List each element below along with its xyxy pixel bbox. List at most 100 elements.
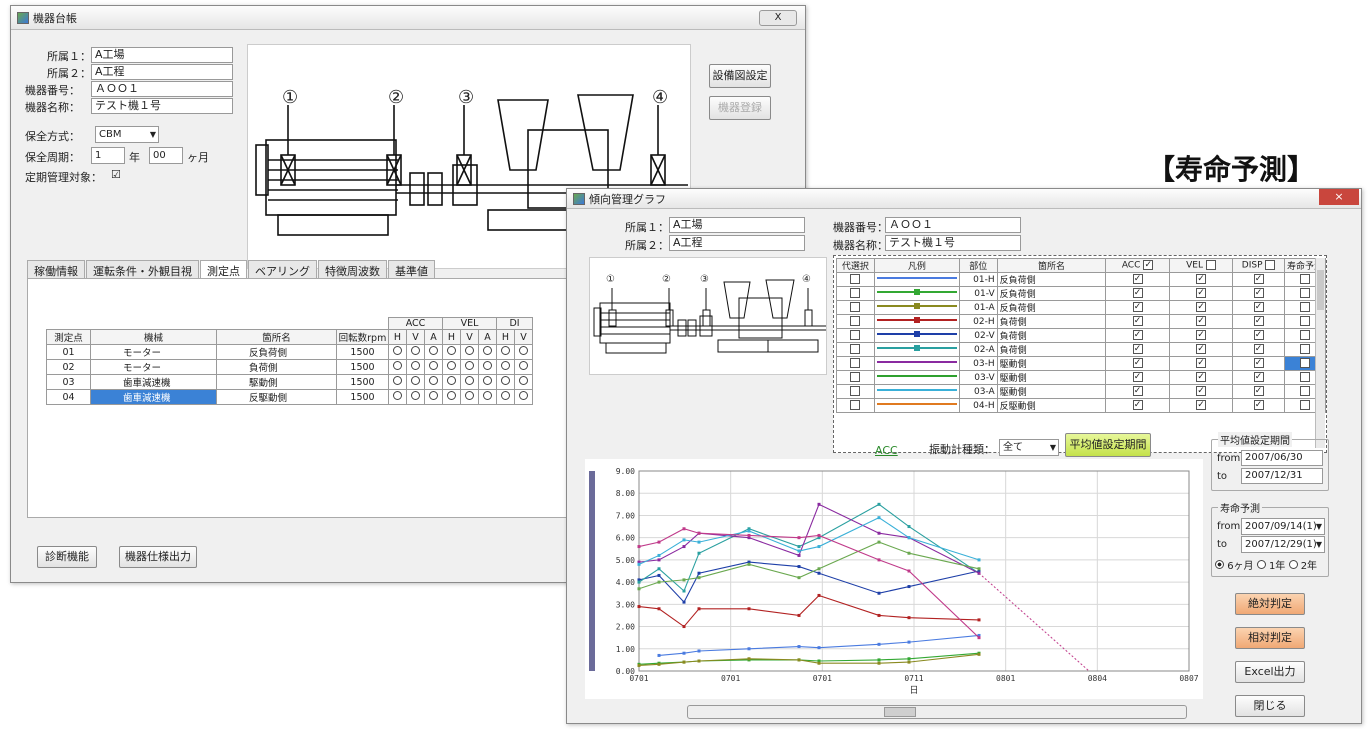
measure-radio[interactable] bbox=[406, 389, 425, 405]
acc-row-checkbox[interactable]: ✓ bbox=[1132, 344, 1143, 355]
range-2y-radio[interactable]: 2年 bbox=[1288, 560, 1317, 572]
disp-row-checkbox[interactable]: ✓ bbox=[1253, 386, 1264, 397]
life-pred-checkbox[interactable] bbox=[1299, 372, 1310, 383]
legend-row[interactable]: 02-A 負荷側 ✓ ✓ ✓ bbox=[836, 342, 1326, 357]
measure-radio[interactable] bbox=[442, 344, 461, 360]
vel-row-checkbox[interactable]: ✓ bbox=[1195, 358, 1206, 369]
acc-row-checkbox[interactable]: ✓ bbox=[1132, 316, 1143, 327]
legend-row[interactable]: 01-A 反負荷側 ✓ ✓ ✓ bbox=[836, 300, 1326, 315]
vel-row-checkbox[interactable]: ✓ bbox=[1195, 386, 1206, 397]
absolute-judge-button[interactable]: 絶対判定 bbox=[1235, 593, 1305, 615]
acc-cell[interactable]: ✓ bbox=[1105, 272, 1170, 287]
acc-cell[interactable]: ✓ bbox=[1105, 314, 1170, 329]
vel-row-checkbox[interactable]: ✓ bbox=[1195, 330, 1206, 341]
life-from-select[interactable]: 2007/09/14(1) ▼ bbox=[1241, 518, 1325, 535]
vel-checkbox[interactable] bbox=[1205, 260, 1216, 271]
legend-row[interactable]: 02-V 負荷側 ✓ ✓ ✓ bbox=[836, 328, 1326, 343]
table-row[interactable]: 04 歯車減速機 反駆動側 1500 bbox=[46, 389, 533, 405]
diagnosis-button[interactable]: 診断機能 bbox=[37, 546, 97, 568]
measure-radio[interactable] bbox=[388, 359, 407, 375]
location-select[interactable]: 反負荷側 bbox=[216, 344, 337, 360]
select-checkbox[interactable] bbox=[850, 302, 861, 313]
select-checkbox[interactable] bbox=[850, 400, 861, 411]
acc-row-checkbox[interactable]: ✓ bbox=[1132, 386, 1143, 397]
disp-cell[interactable]: ✓ bbox=[1232, 356, 1285, 371]
disp-row-checkbox[interactable]: ✓ bbox=[1253, 372, 1264, 383]
vel-cell[interactable]: ✓ bbox=[1168, 356, 1234, 371]
sensor-type-select[interactable]: 全て ▼ bbox=[999, 439, 1059, 456]
vel-row-checkbox[interactable]: ✓ bbox=[1195, 302, 1206, 313]
relative-judge-button[interactable]: 相対判定 bbox=[1235, 627, 1305, 649]
life-pred-checkbox[interactable] bbox=[1299, 288, 1310, 299]
life-pred-checkbox[interactable] bbox=[1299, 386, 1310, 397]
select-cell[interactable] bbox=[836, 328, 875, 343]
excel-output-button[interactable]: Excel出力 bbox=[1235, 661, 1305, 683]
measure-radio[interactable] bbox=[496, 344, 515, 360]
measure-radio[interactable] bbox=[442, 359, 461, 375]
maint-method-select[interactable]: CBM ▼ bbox=[95, 126, 159, 143]
location-select[interactable]: 反駆動側 bbox=[216, 389, 337, 405]
disp-cell[interactable]: ✓ bbox=[1232, 272, 1285, 287]
select-cell[interactable] bbox=[836, 398, 875, 413]
disp-row-checkbox[interactable]: ✓ bbox=[1253, 330, 1264, 341]
select-checkbox[interactable] bbox=[850, 288, 861, 299]
acc-row-checkbox[interactable]: ✓ bbox=[1132, 302, 1143, 313]
measure-radio[interactable] bbox=[514, 374, 533, 390]
disp-cell[interactable]: ✓ bbox=[1232, 328, 1285, 343]
measure-radio[interactable] bbox=[478, 374, 497, 390]
vel-cell[interactable]: ✓ bbox=[1168, 370, 1234, 385]
acc-checkbox[interactable]: ✓ bbox=[1143, 260, 1154, 271]
measure-radio[interactable] bbox=[460, 374, 479, 390]
acc-cell[interactable]: ✓ bbox=[1105, 398, 1170, 413]
close-button[interactable]: X bbox=[759, 10, 797, 26]
acc-row-checkbox[interactable]: ✓ bbox=[1132, 274, 1143, 285]
measure-radio[interactable] bbox=[424, 359, 443, 375]
life-pred-checkbox[interactable] bbox=[1299, 302, 1310, 313]
period-month-spinner[interactable]: 00 bbox=[149, 147, 183, 164]
measure-radio[interactable] bbox=[478, 344, 497, 360]
measure-radio[interactable] bbox=[388, 374, 407, 390]
equip-no-field[interactable]: ＡＯＯ１ bbox=[91, 81, 233, 97]
acc-cell[interactable]: ✓ bbox=[1105, 328, 1170, 343]
disp-cell[interactable]: ✓ bbox=[1232, 300, 1285, 315]
legend-scroll-thumb[interactable] bbox=[1317, 270, 1324, 310]
select-checkbox[interactable] bbox=[850, 330, 861, 341]
legend-row[interactable]: 03-H 駆動側 ✓ ✓ ✓ ✓ bbox=[836, 356, 1326, 371]
legend-row[interactable]: 02-H 負荷側 ✓ ✓ ✓ bbox=[836, 314, 1326, 329]
life-pred-checkbox[interactable] bbox=[1299, 400, 1310, 411]
equip-no-field-2[interactable]: ＡＯＯ１ bbox=[885, 217, 1021, 233]
vel-cell[interactable]: ✓ bbox=[1168, 300, 1234, 315]
select-cell[interactable] bbox=[836, 314, 875, 329]
disp-row-checkbox[interactable]: ✓ bbox=[1253, 400, 1264, 411]
close-dialog-button[interactable]: 閉じる bbox=[1235, 695, 1305, 717]
diagram-setting-button[interactable]: 設備図設定 bbox=[709, 64, 771, 88]
close-button-2[interactable]: × bbox=[1319, 189, 1359, 205]
select-cell[interactable] bbox=[836, 384, 875, 399]
vel-row-checkbox[interactable]: ✓ bbox=[1195, 274, 1206, 285]
life-pred-checkbox[interactable] bbox=[1299, 330, 1310, 341]
acc-row-checkbox[interactable]: ✓ bbox=[1132, 330, 1143, 341]
legend-row[interactable]: 03-V 駆動側 ✓ ✓ ✓ bbox=[836, 370, 1326, 385]
location-select[interactable]: 負荷側 bbox=[216, 359, 337, 375]
life-pred-checkbox[interactable] bbox=[1299, 344, 1310, 355]
vel-row-checkbox[interactable]: ✓ bbox=[1195, 316, 1206, 327]
acc-cell[interactable]: ✓ bbox=[1105, 384, 1170, 399]
measure-radio[interactable] bbox=[460, 359, 479, 375]
vel-row-checkbox[interactable]: ✓ bbox=[1195, 400, 1206, 411]
acc-cell[interactable]: ✓ bbox=[1105, 342, 1170, 357]
acc-row-checkbox[interactable]: ✓ bbox=[1132, 358, 1143, 369]
measure-radio[interactable] bbox=[388, 389, 407, 405]
disp-row-checkbox[interactable]: ✓ bbox=[1253, 344, 1264, 355]
select-cell[interactable] bbox=[836, 356, 875, 371]
measure-radio[interactable] bbox=[496, 359, 515, 375]
acc-cell[interactable]: ✓ bbox=[1105, 356, 1170, 371]
vel-cell[interactable]: ✓ bbox=[1168, 328, 1234, 343]
vel-cell[interactable]: ✓ bbox=[1168, 272, 1234, 287]
acc-row-checkbox[interactable]: ✓ bbox=[1132, 372, 1143, 383]
equip-name-field-2[interactable]: テスト機１号 bbox=[885, 235, 1021, 251]
machine-select[interactable]: 歯車減速機 bbox=[90, 374, 217, 390]
table-row[interactable]: 01 モーター 反負荷側 1500 bbox=[46, 344, 533, 360]
range-1y-radio[interactable]: 1年 bbox=[1256, 560, 1285, 572]
measure-radio[interactable] bbox=[424, 344, 443, 360]
disp-cell[interactable]: ✓ bbox=[1232, 342, 1285, 357]
